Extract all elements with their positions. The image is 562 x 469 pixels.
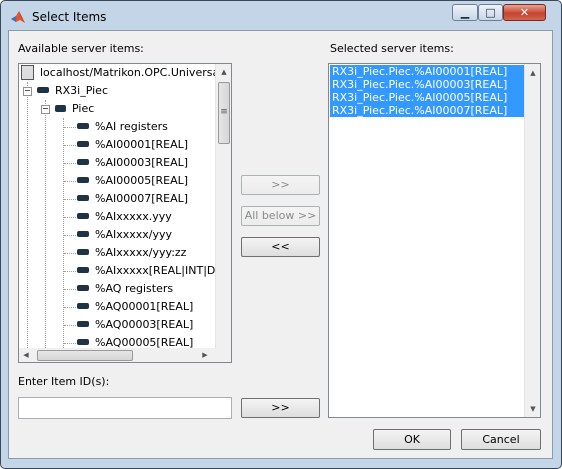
tree-vertical-scrollbar[interactable]: ▲ ≡ bbox=[215, 64, 231, 348]
server-items-tree[interactable]: localhost/Matrikon.OPC.Universa − RX3i_P… bbox=[18, 63, 232, 363]
tree-leaf[interactable]: %AIxxxxx/yyy:zz bbox=[77, 244, 186, 262]
tree-leaf[interactable]: %AQ registers bbox=[77, 280, 173, 298]
tree-leaf[interactable]: %AIxxxxx.yyy bbox=[77, 208, 172, 226]
scroll-up-icon[interactable]: ▲ bbox=[219, 67, 229, 77]
tag-icon bbox=[77, 267, 89, 273]
device-icon bbox=[37, 87, 49, 93]
window-title: Select Items bbox=[32, 10, 107, 24]
tree-branch-line bbox=[64, 235, 78, 236]
selected-vertical-scrollbar[interactable]: ▲ ▼ bbox=[524, 64, 540, 417]
tag-icon bbox=[77, 195, 89, 201]
scroll-right-icon[interactable]: ▶ bbox=[201, 350, 209, 360]
list-item[interactable]: RX3i_Piec.Piec.%AI00003[REAL] bbox=[330, 78, 526, 91]
tree-branch-line bbox=[64, 181, 78, 182]
cancel-button[interactable]: Cancel bbox=[461, 429, 541, 450]
all-below-button[interactable]: All below >> bbox=[241, 206, 320, 226]
tree-branch-line bbox=[64, 145, 78, 146]
tree-leaf[interactable]: %AIxxxxx/yyy bbox=[77, 226, 172, 244]
tag-icon bbox=[77, 159, 89, 165]
tree-leaf[interactable]: %AI00003[REAL] bbox=[77, 154, 188, 172]
minimize-icon: ▁ bbox=[460, 6, 470, 19]
tree-branch-line bbox=[64, 271, 78, 272]
maximize-button[interactable]: □ bbox=[478, 4, 503, 21]
scroll-down-icon[interactable]: ▼ bbox=[528, 404, 538, 414]
tag-icon bbox=[77, 303, 89, 309]
tree-leaf[interactable]: %AI00007[REAL] bbox=[77, 190, 188, 208]
tree-node-piec[interactable]: Piec bbox=[55, 100, 94, 118]
scroll-up-icon[interactable]: ▲ bbox=[528, 68, 538, 78]
tree-leaf[interactable]: %AQ00003[REAL] bbox=[77, 316, 193, 334]
tree-branch-line bbox=[64, 289, 78, 290]
tree-branch-line bbox=[64, 163, 78, 164]
tree-guide-line bbox=[27, 82, 28, 352]
tree-guide-line bbox=[45, 100, 46, 352]
tree-leaf[interactable]: %AIxxxxx[REAL|INT|DIN bbox=[77, 262, 227, 280]
close-button[interactable]: ✕ bbox=[503, 4, 546, 21]
tree-branch-line bbox=[64, 199, 78, 200]
selected-items-label: Selected server items: bbox=[330, 42, 454, 55]
tag-icon bbox=[77, 141, 89, 147]
add-item-id-button[interactable]: >> bbox=[241, 398, 320, 418]
tag-icon bbox=[77, 339, 89, 345]
maximize-icon: □ bbox=[485, 6, 496, 19]
minimize-button[interactable]: ▁ bbox=[452, 4, 478, 21]
tag-icon bbox=[77, 177, 89, 183]
tree-leaf[interactable]: %AQ00001[REAL] bbox=[77, 298, 193, 316]
folder-icon bbox=[55, 104, 66, 112]
tree-node-server[interactable]: localhost/Matrikon.OPC.Universa bbox=[21, 64, 219, 82]
tag-icon bbox=[77, 123, 89, 129]
remove-button[interactable]: << bbox=[241, 237, 320, 257]
tree-branch-line bbox=[64, 325, 78, 326]
matlab-logo-icon bbox=[10, 9, 26, 25]
scroll-left-icon[interactable]: ◀ bbox=[22, 350, 30, 360]
tree-leaf[interactable]: %AI00005[REAL] bbox=[77, 172, 188, 190]
close-icon: ✕ bbox=[519, 6, 530, 19]
tree-node-device[interactable]: RX3i_Piec bbox=[37, 82, 108, 100]
ok-button[interactable]: OK bbox=[373, 429, 451, 450]
tree-horizontal-scrollbar[interactable]: ◀ ▶ bbox=[19, 348, 215, 362]
tree-leaf[interactable]: %AI00001[REAL] bbox=[77, 136, 188, 154]
tree-leaf[interactable]: %AI registers bbox=[77, 118, 168, 136]
server-icon bbox=[21, 64, 34, 80]
tree-branch-line bbox=[64, 217, 78, 218]
item-id-label: Enter Item ID(s): bbox=[18, 375, 110, 388]
add-button[interactable]: >> bbox=[241, 175, 320, 195]
available-items-label: Available server items: bbox=[18, 42, 144, 55]
tag-icon bbox=[77, 321, 89, 327]
tree-vscroll-thumb[interactable]: ≡ bbox=[218, 82, 230, 144]
list-item[interactable]: RX3i_Piec.Piec.%AI00005[REAL] bbox=[330, 91, 526, 104]
tree-branch-line bbox=[64, 307, 78, 308]
scrollbar-corner bbox=[215, 348, 231, 362]
tree-expander-piec[interactable]: − bbox=[41, 105, 50, 114]
tag-icon bbox=[77, 213, 89, 219]
list-item[interactable]: RX3i_Piec.Piec.%AI00001[REAL] bbox=[330, 65, 526, 78]
tree-branch-line bbox=[64, 127, 78, 128]
tag-icon bbox=[77, 231, 89, 237]
tree-branch-line bbox=[64, 253, 78, 254]
tag-icon bbox=[77, 285, 89, 291]
item-id-input[interactable] bbox=[18, 397, 232, 419]
tree-hscroll-thumb[interactable] bbox=[37, 350, 133, 361]
tag-icon bbox=[77, 249, 89, 255]
tree-expander-device[interactable]: − bbox=[23, 87, 32, 96]
selected-items-list[interactable]: RX3i_Piec.Piec.%AI00001[REAL] RX3i_Piec.… bbox=[328, 63, 541, 418]
list-item[interactable]: RX3i_Piec.Piec.%AI00007[REAL] bbox=[330, 104, 526, 117]
scroll-grip-icon: ≡ bbox=[220, 107, 228, 117]
tree-branch-line bbox=[64, 343, 78, 344]
